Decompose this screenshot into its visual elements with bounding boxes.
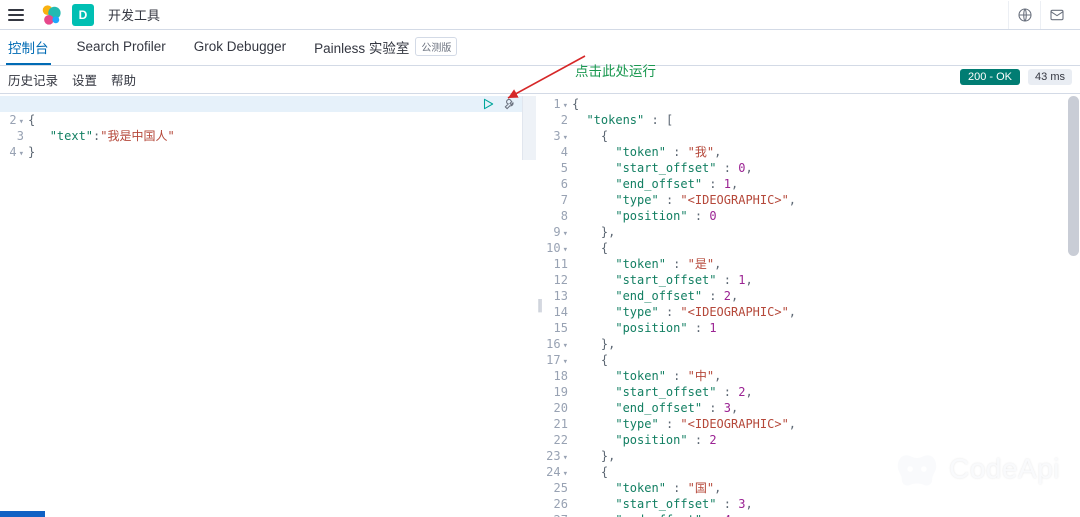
response-gutter: 1234567891011121314151617181920212223242… <box>544 94 572 517</box>
request-endband <box>522 96 536 160</box>
tab-painless-lab[interactable]: Painless 实验室 公测版 <box>312 30 459 65</box>
timing-badge: 43 ms <box>1028 69 1072 85</box>
pane-splitter[interactable]: ║ <box>536 94 544 517</box>
elastic-logo-icon[interactable] <box>40 4 62 26</box>
bottom-progress <box>0 511 45 517</box>
run-icon[interactable] <box>480 96 496 112</box>
env-badge[interactable]: D <box>72 4 94 26</box>
response-status: 200 - OK 43 ms <box>960 69 1072 85</box>
topbar: D 开发工具 <box>0 0 1080 30</box>
breadcrumb[interactable]: 开发工具 <box>108 5 160 24</box>
response-code[interactable]: { "tokens" : [ { "token" : "我", "start_o… <box>572 94 1080 517</box>
tab-grok-debugger[interactable]: Grok Debugger <box>192 30 288 65</box>
tab-console[interactable]: 控制台 <box>6 30 51 65</box>
history-link[interactable]: 历史记录 <box>8 70 58 89</box>
tab-search-profiler[interactable]: Search Profiler <box>75 30 168 65</box>
response-scrollbar-thumb[interactable] <box>1068 96 1079 256</box>
request-action-bar <box>480 96 518 112</box>
app-tabs: 控制台 Search Profiler Grok Debugger Painle… <box>0 30 1080 66</box>
request-pane[interactable]: 1234 GET _analyze{ "text":"我是中国人"} <box>0 94 536 517</box>
status-badge: 200 - OK <box>960 69 1020 85</box>
response-pane[interactable]: 1234567891011121314151617181920212223242… <box>544 94 1080 517</box>
settings-link[interactable]: 设置 <box>72 70 97 89</box>
console-subbar: 历史记录 设置 帮助 <box>0 66 1080 94</box>
wrench-icon[interactable] <box>502 96 518 112</box>
editor-split: 1234 GET _analyze{ "text":"我是中国人"} ║ 123… <box>0 94 1080 517</box>
nav-menu-icon[interactable] <box>8 4 30 26</box>
mail-icon[interactable] <box>1040 1 1072 29</box>
beta-badge: 公测版 <box>415 37 457 56</box>
help-globe-icon[interactable] <box>1008 1 1040 29</box>
active-line-highlight <box>0 96 536 112</box>
help-link[interactable]: 帮助 <box>111 70 136 89</box>
tab-painless-lab-label: Painless 实验室 <box>314 37 409 57</box>
